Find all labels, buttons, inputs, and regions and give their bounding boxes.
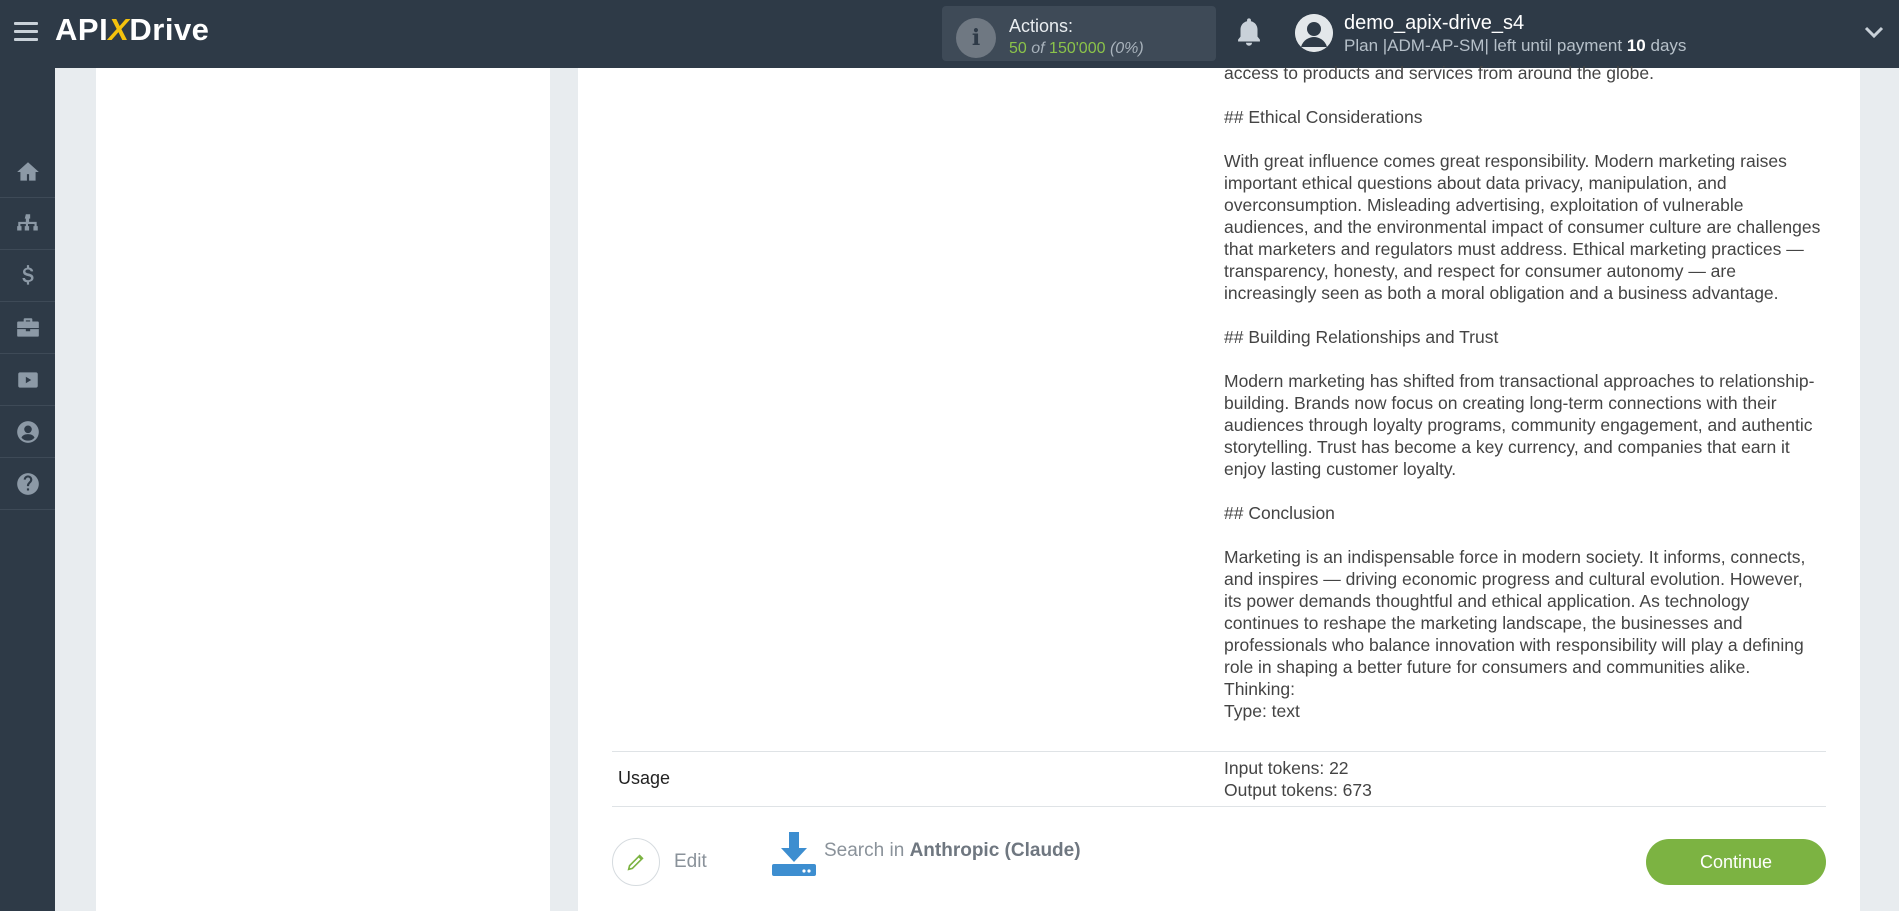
briefcase-icon bbox=[16, 317, 39, 337]
user-circle-icon bbox=[16, 420, 39, 443]
row-divider bbox=[612, 751, 1826, 752]
edit-label: Edit bbox=[674, 851, 707, 872]
result-panel: access to products and services from aro… bbox=[578, 63, 1860, 911]
left-panel bbox=[96, 68, 550, 911]
youtube-icon bbox=[17, 371, 38, 388]
usage-value: Input tokens: 22 Output tokens: 673 bbox=[1224, 758, 1372, 800]
info-icon: i bbox=[956, 18, 996, 58]
action-bar: Edit Search in Anthropic (Claude) Contin… bbox=[612, 830, 1826, 890]
usage-label: Usage bbox=[618, 768, 671, 788]
sidebar-item-tools[interactable] bbox=[0, 302, 55, 354]
user-avatar-icon[interactable] bbox=[1295, 14, 1333, 52]
top-bar: APIXDrive i Actions: 50 of 150'000 (0%) … bbox=[0, 0, 1899, 68]
sidebar-item-billing[interactable] bbox=[0, 250, 55, 302]
notifications-bell-icon[interactable] bbox=[1234, 16, 1264, 50]
sidebar-item-video[interactable] bbox=[0, 354, 55, 406]
username[interactable]: demo_apix-drive_s4 bbox=[1344, 12, 1524, 35]
sidebar-item-profile[interactable] bbox=[0, 406, 55, 458]
sidebar bbox=[0, 68, 55, 911]
home-icon bbox=[16, 161, 39, 181]
pencil-icon bbox=[612, 838, 660, 886]
sidebar-item-connections[interactable] bbox=[0, 198, 55, 250]
sidebar-item-help[interactable] bbox=[0, 458, 55, 510]
plan-info: Plan |ADM-AP-SM| left until payment 10 d… bbox=[1344, 36, 1687, 55]
dollar-icon bbox=[21, 264, 34, 285]
sidebar-item-home[interactable] bbox=[0, 146, 55, 198]
row-divider bbox=[612, 806, 1826, 807]
apixdrive-logo[interactable]: APIXDrive bbox=[55, 12, 209, 48]
download-icon bbox=[772, 832, 816, 876]
question-circle-icon bbox=[16, 472, 39, 495]
actions-count: 50 of 150'000 (0%) bbox=[1009, 40, 1144, 57]
actions-counter[interactable]: i Actions: 50 of 150'000 (0%) bbox=[942, 6, 1216, 61]
search-in-service-button[interactable]: Search in Anthropic (Claude) bbox=[770, 830, 1081, 878]
continue-button[interactable]: Continue bbox=[1646, 839, 1826, 885]
menu-toggle-icon[interactable] bbox=[14, 22, 38, 42]
search-label: Search in Anthropic (Claude) bbox=[824, 840, 1081, 861]
sitemap-icon bbox=[16, 213, 38, 230]
actions-label: Actions: bbox=[1009, 16, 1074, 36]
response-text: access to products and services from aro… bbox=[1224, 63, 1821, 721]
chevron-down-icon[interactable] bbox=[1864, 24, 1884, 40]
edit-button[interactable]: Edit bbox=[612, 838, 707, 886]
